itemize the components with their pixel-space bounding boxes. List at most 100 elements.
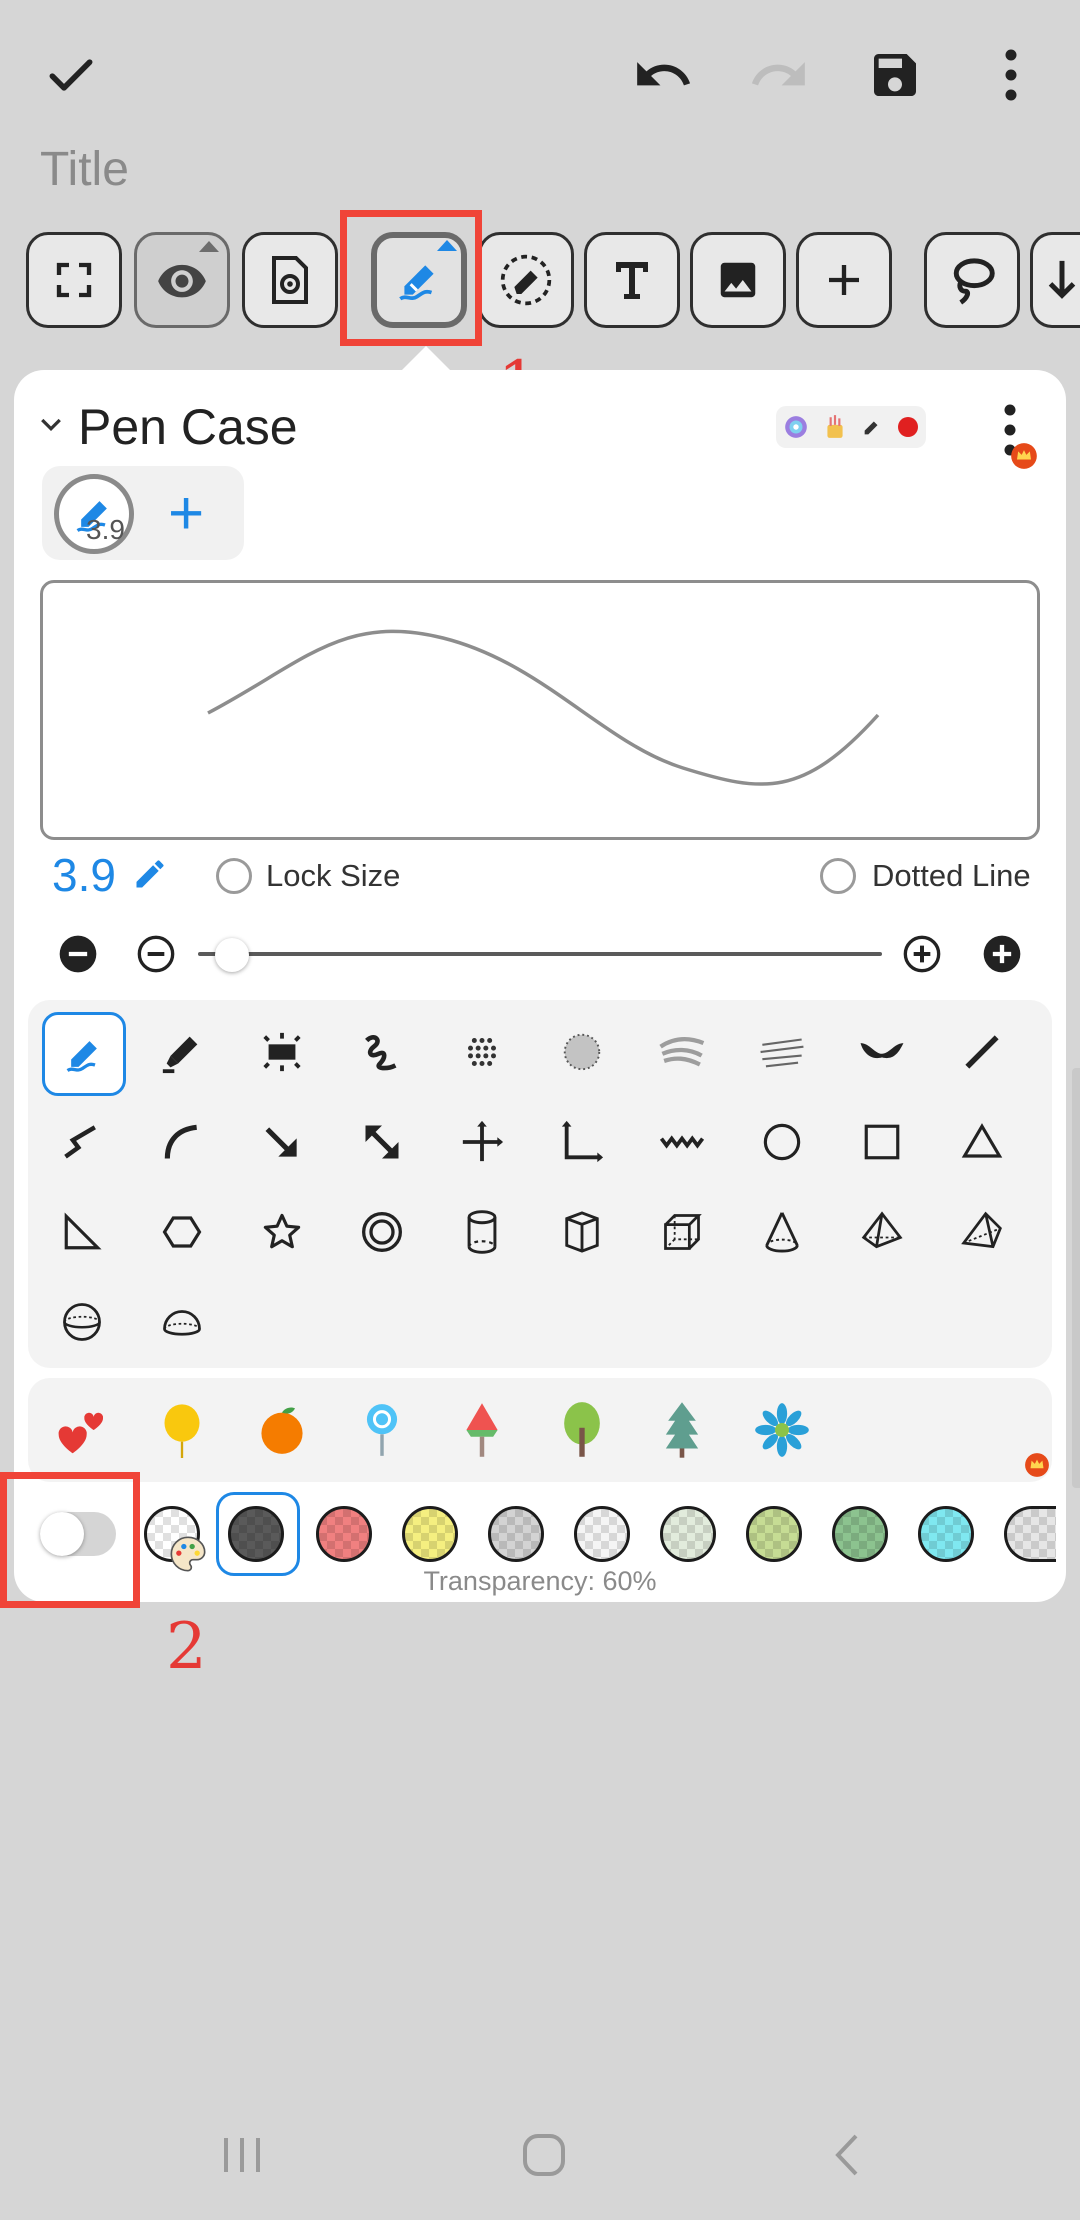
size-slider[interactable]: [198, 952, 882, 956]
settings-page-icon: [272, 256, 308, 304]
pen-type-arrow[interactable]: [242, 1102, 322, 1182]
dotted-line-label: Dotted Line: [872, 858, 1031, 893]
color-swatch-11[interactable]: [1004, 1506, 1056, 1562]
color-swatch-7[interactable]: [660, 1506, 716, 1562]
cylinder-icon: [467, 1210, 497, 1254]
color-swatch-10[interactable]: [918, 1506, 974, 1562]
sticker-lollipop[interactable]: [342, 1390, 422, 1470]
pen-presets-strip[interactable]: [776, 406, 926, 448]
color-swatch-6[interactable]: [574, 1506, 630, 1562]
color-swatch-3[interactable]: [316, 1506, 372, 1562]
view-mode-button[interactable]: [134, 232, 230, 328]
sticker-hearts[interactable]: [42, 1390, 122, 1470]
more-vertical-icon: [1005, 49, 1017, 101]
lasso-tool-button[interactable]: [924, 232, 1020, 328]
pen-type-marker[interactable]: [142, 1012, 222, 1092]
decrease-size-large-button[interactable]: [58, 934, 98, 974]
pen-type-cube[interactable]: [642, 1192, 722, 1272]
pen-type-straight-line[interactable]: [942, 1012, 1022, 1092]
image-tool-button[interactable]: [690, 232, 786, 328]
color-swatch-8[interactable]: [746, 1506, 802, 1562]
popsicle-icon: [466, 1403, 498, 1457]
edit-size-button[interactable]: [132, 856, 168, 892]
pen-type-double-arrow[interactable]: [342, 1102, 422, 1182]
more-menu-button[interactable]: [966, 30, 1056, 120]
circle-icon: [763, 1123, 801, 1161]
pen-type-tetrahedron[interactable]: [942, 1192, 1022, 1272]
eraser-tool-button[interactable]: [478, 232, 574, 328]
increase-size-large-button[interactable]: [982, 934, 1022, 974]
page-settings-button[interactable]: [242, 232, 338, 328]
dotted-line-checkbox[interactable]: [820, 858, 856, 894]
text-tool-button[interactable]: [584, 232, 680, 328]
pen-type-cylinder[interactable]: [442, 1192, 522, 1272]
sticker-flower[interactable]: [742, 1390, 822, 1470]
recent-apps-button[interactable]: [220, 2130, 264, 2180]
pen-type-square[interactable]: [842, 1102, 922, 1182]
scroll-tool-button[interactable]: [1030, 232, 1080, 328]
checkmark-icon: [49, 59, 93, 91]
panel-pointer: [400, 346, 452, 372]
confirm-button[interactable]: [26, 30, 116, 120]
sticker-tree[interactable]: [542, 1390, 622, 1470]
decrease-size-button[interactable]: [136, 934, 176, 974]
color-swatch-5[interactable]: [488, 1506, 544, 1562]
pen-type-triangle[interactable]: [942, 1102, 1022, 1182]
fullscreen-button[interactable]: [26, 232, 122, 328]
pen-type-charcoal[interactable]: [642, 1012, 722, 1092]
pen-type-zigzag-line[interactable]: [42, 1102, 122, 1182]
premium-crown-icon: [1024, 1452, 1050, 1478]
pen-type-prism[interactable]: [542, 1192, 622, 1272]
pencil-edit-icon: [136, 860, 164, 888]
pen-type-right-triangle[interactable]: [42, 1192, 122, 1272]
pen-type-arc[interactable]: [142, 1102, 222, 1182]
fullscreen-icon: [56, 262, 92, 298]
pen-type-hemisphere[interactable]: [142, 1282, 222, 1362]
back-button[interactable]: [828, 2130, 868, 2180]
pen-type-double-circle[interactable]: [342, 1192, 422, 1272]
pen-type-pyramid[interactable]: [842, 1192, 922, 1272]
pen-type-wave-line[interactable]: [642, 1102, 722, 1182]
color-swatch-4[interactable]: [402, 1506, 458, 1562]
pen-type-sphere[interactable]: [42, 1282, 122, 1362]
dotted-brush-icon: [468, 1038, 496, 1066]
color-swatch-2[interactable]: [228, 1506, 284, 1562]
collapse-button[interactable]: [36, 410, 66, 440]
pen-type-hexagon[interactable]: [142, 1192, 222, 1272]
scrollbar[interactable]: [1072, 1068, 1080, 1488]
pen-type-calligraphy-brush[interactable]: [842, 1012, 922, 1092]
sticker-balloon[interactable]: [142, 1390, 222, 1470]
sticker-pine-tree[interactable]: [642, 1390, 722, 1470]
pen-type-spray[interactable]: [542, 1012, 622, 1092]
home-button[interactable]: [520, 2130, 568, 2180]
size-slider-thumb[interactable]: [214, 938, 249, 972]
sticker-popsicle[interactable]: [442, 1390, 522, 1470]
redo-button[interactable]: [734, 30, 824, 120]
axis-cross-icon: [462, 1120, 504, 1162]
add-tool-button[interactable]: [796, 232, 892, 328]
pen-type-pencil-texture[interactable]: [742, 1012, 822, 1092]
pen-type-circle[interactable]: [742, 1102, 822, 1182]
pen-type-fountain-pen[interactable]: [42, 1012, 126, 1096]
lock-size-label: Lock Size: [266, 858, 401, 893]
add-pen-button[interactable]: +: [168, 474, 204, 554]
pen-type-spiral-pen[interactable]: [342, 1012, 422, 1092]
sticker-orange[interactable]: [242, 1390, 322, 1470]
pen-type-dashed-pen[interactable]: [242, 1012, 322, 1092]
undo-button[interactable]: [618, 30, 708, 120]
save-button[interactable]: [850, 30, 940, 120]
pen-type-axis-cross[interactable]: [442, 1102, 522, 1182]
eye-icon: [158, 264, 206, 298]
pen-type-dotted-brush[interactable]: [442, 1012, 522, 1092]
plus-circle-icon: [903, 935, 941, 973]
title-input[interactable]: Title: [40, 142, 129, 197]
pen-type-cone[interactable]: [742, 1192, 822, 1272]
marker-icon: [162, 1036, 198, 1074]
increase-size-button[interactable]: [902, 934, 942, 974]
size-value[interactable]: 3.9: [52, 848, 116, 902]
lock-size-checkbox[interactable]: [216, 858, 252, 894]
pen-type-axis-l[interactable]: [542, 1102, 622, 1182]
color-swatch-9[interactable]: [832, 1506, 888, 1562]
home-icon: [523, 2134, 565, 2176]
pen-type-star[interactable]: [242, 1192, 322, 1272]
